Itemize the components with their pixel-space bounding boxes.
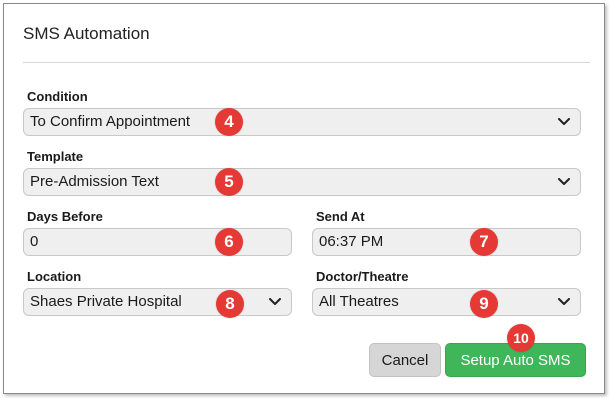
- send-at-label: Send At: [316, 209, 365, 224]
- days-before-value: 0: [30, 233, 39, 250]
- chevron-down-icon: [269, 298, 281, 305]
- template-label: Template: [27, 149, 84, 164]
- condition-label: Condition: [27, 89, 88, 104]
- template-value: Pre-Admission Text: [30, 173, 159, 190]
- chevron-down-icon: [558, 298, 570, 305]
- template-select[interactable]: Pre-Admission Text: [23, 168, 581, 196]
- step-badge-5: 5: [215, 168, 243, 196]
- title-divider: [23, 62, 590, 63]
- chevron-down-icon: [558, 178, 570, 185]
- doctor-theatre-label: Doctor/Theatre: [316, 269, 409, 284]
- location-label: Location: [27, 269, 82, 284]
- condition-value: To Confirm Appointment: [30, 113, 191, 130]
- doctor-theatre-select[interactable]: All Theatres: [312, 288, 581, 316]
- step-badge-7: 7: [470, 228, 498, 256]
- chevron-down-icon: [558, 118, 570, 125]
- step-badge-9: 9: [470, 290, 498, 318]
- sms-automation-dialog: SMS Automation Condition To Confirm Appo…: [3, 3, 605, 394]
- location-value: Shaes Private Hospital: [30, 293, 182, 310]
- condition-select[interactable]: To Confirm Appointment: [23, 108, 581, 136]
- dialog-title: SMS Automation: [23, 24, 150, 43]
- send-at-value: 06:37 PM: [319, 233, 384, 250]
- days-before-input[interactable]: 0: [23, 228, 292, 256]
- location-select[interactable]: Shaes Private Hospital: [23, 288, 292, 316]
- step-badge-8: 8: [216, 290, 244, 318]
- cancel-button[interactable]: Cancel: [369, 343, 441, 377]
- step-badge-4: 4: [215, 108, 243, 136]
- step-badge-6: 6: [215, 228, 243, 256]
- days-before-label: Days Before: [27, 209, 103, 224]
- step-badge-10: 10: [507, 324, 535, 352]
- send-at-input[interactable]: 06:37 PM: [312, 228, 581, 256]
- doctor-theatre-value: All Theatres: [319, 293, 399, 310]
